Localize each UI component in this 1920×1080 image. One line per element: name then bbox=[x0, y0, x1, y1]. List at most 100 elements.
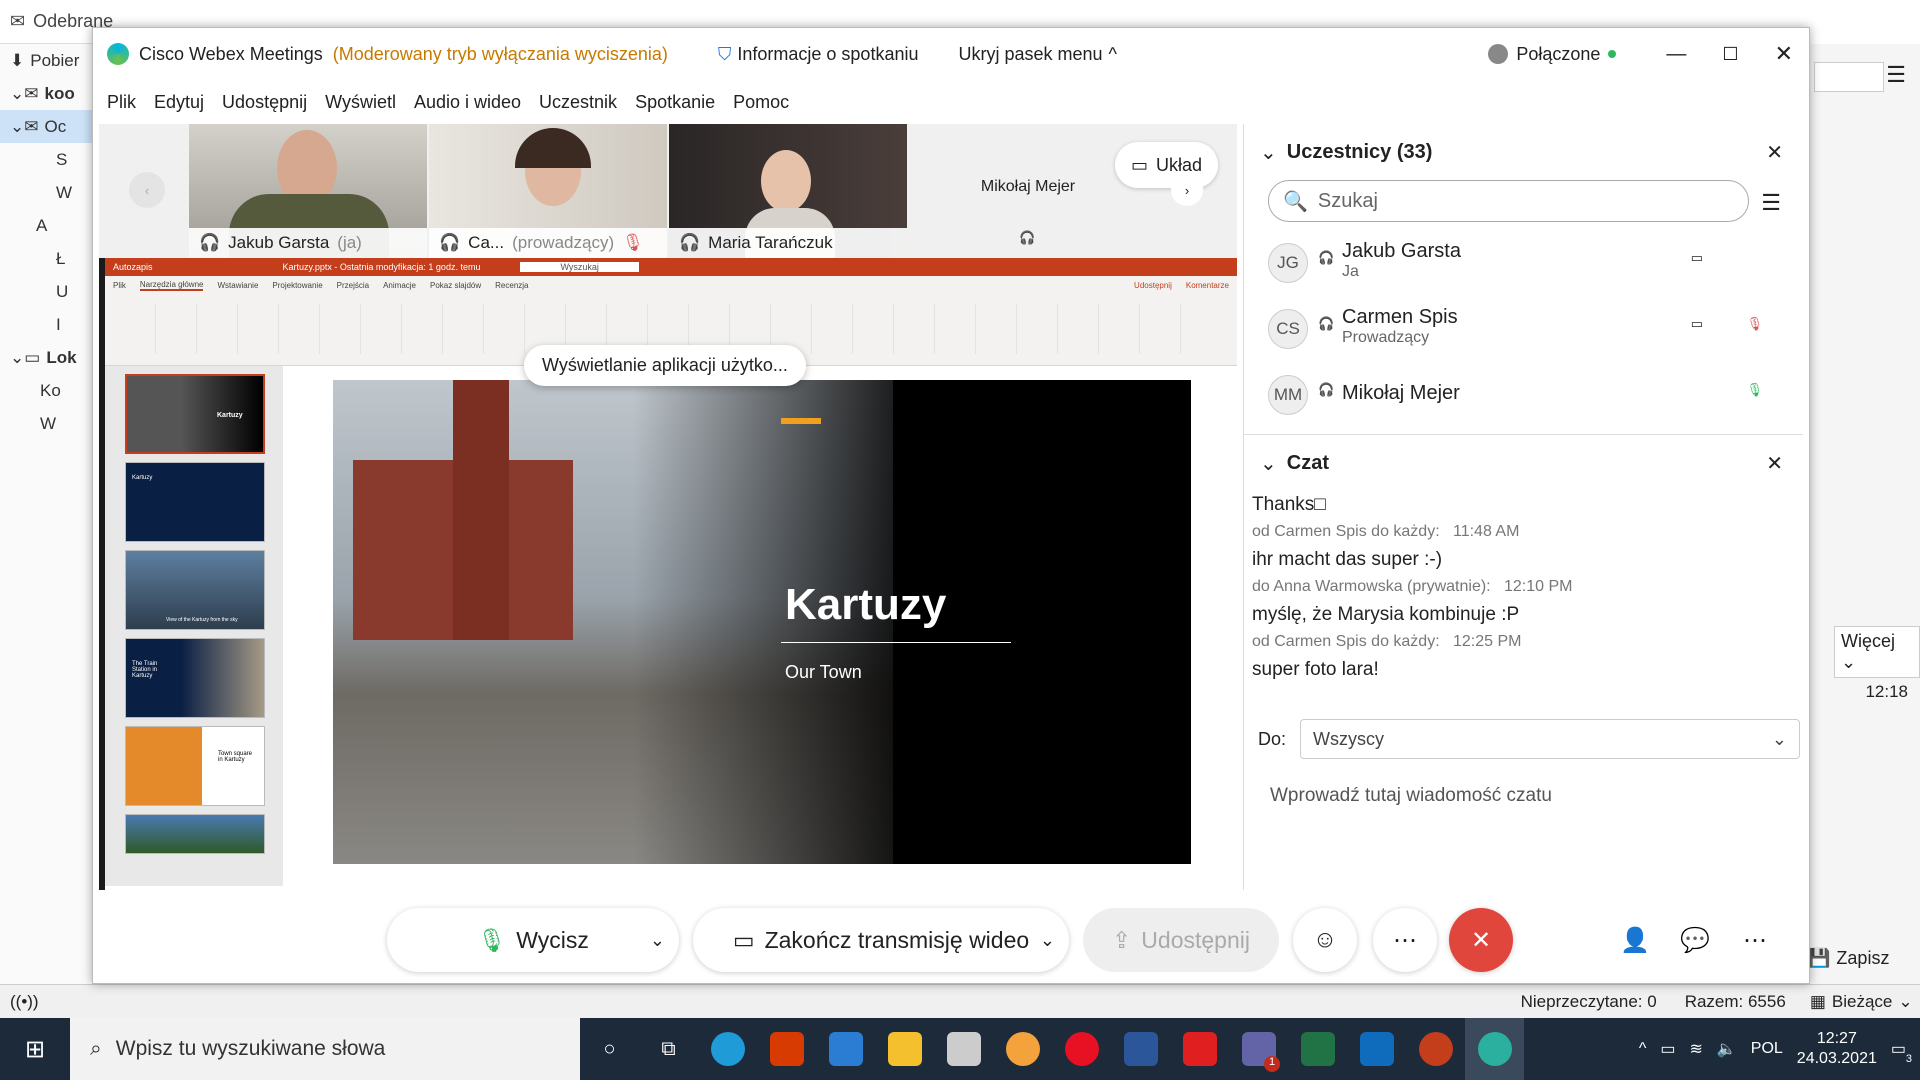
battery-icon[interactable]: ▭ bbox=[1660, 1039, 1675, 1059]
edge-icon[interactable] bbox=[698, 1018, 757, 1080]
taskbar-search[interactable]: ⌕ Wpisz tu wyszukiwane słowa bbox=[70, 1018, 580, 1080]
mute-button[interactable]: 🎙 Wycisz ⌄ bbox=[387, 908, 679, 972]
recipient-select[interactable]: Wszyscy ⌄ bbox=[1300, 719, 1801, 759]
hide-menu-button[interactable]: Ukryj pasek menu ^ bbox=[958, 44, 1117, 65]
wifi-icon[interactable]: ≋ bbox=[1689, 1039, 1702, 1059]
webex-icon[interactable] bbox=[1465, 1018, 1524, 1080]
folder-item[interactable]: W bbox=[0, 407, 99, 440]
file-explorer-icon[interactable] bbox=[875, 1018, 934, 1080]
folder-item[interactable]: ⌄✉ koo bbox=[0, 77, 99, 110]
video-thumbnail[interactable]: 🎧 Ca... (prowadzący) 🎙 bbox=[429, 124, 667, 258]
minimize-icon[interactable]: — bbox=[1666, 43, 1686, 66]
connection-status[interactable]: Połączone bbox=[1488, 44, 1617, 65]
maximize-icon[interactable]: ☐ bbox=[1722, 44, 1738, 65]
accent-bar bbox=[781, 418, 821, 424]
folder-item[interactable]: W bbox=[0, 176, 99, 209]
menu-file[interactable]: Plik bbox=[107, 92, 136, 113]
close-icon[interactable]: ✕ bbox=[1766, 451, 1783, 476]
language-indicator[interactable]: POL bbox=[1751, 1040, 1783, 1058]
menu-view[interactable]: Wyświetl bbox=[325, 92, 396, 113]
folder-item[interactable]: S bbox=[0, 143, 99, 176]
video-thumbnail[interactable]: 🎧 Jakub Garsta (ja) bbox=[189, 124, 427, 258]
participant-row[interactable]: CS 🎧 Carmen Spis Prowadzący ▭ 🎙 bbox=[1244, 296, 1803, 362]
menu-share[interactable]: Udostępnij bbox=[222, 92, 307, 113]
save-button[interactable]: 💾 Zapisz bbox=[1808, 948, 1889, 969]
close-icon[interactable]: ✕ bbox=[1775, 41, 1793, 67]
next-arrow-icon[interactable]: › bbox=[1171, 174, 1203, 206]
notifications-icon[interactable]: ▭ 3 bbox=[1891, 1039, 1912, 1065]
excel-icon[interactable] bbox=[1288, 1018, 1347, 1080]
chat-toggle-button[interactable]: 💬 bbox=[1663, 908, 1727, 972]
office-icon[interactable] bbox=[757, 1018, 816, 1080]
participant-row[interactable]: JG 🎧 Jakub Garsta Ja ▭ bbox=[1244, 230, 1803, 296]
folder-item[interactable]: ⌄✉ Oc bbox=[0, 110, 99, 143]
leave-meeting-button[interactable]: ✕ bbox=[1449, 908, 1513, 972]
close-icon[interactable]: ✕ bbox=[1766, 140, 1783, 165]
task-view-icon[interactable]: ⧉ bbox=[639, 1018, 698, 1080]
word-icon[interactable] bbox=[1111, 1018, 1170, 1080]
start-button[interactable]: ⊞ bbox=[0, 1018, 70, 1080]
cortana-icon[interactable]: ○ bbox=[580, 1018, 639, 1080]
menu-meeting[interactable]: Spotkanie bbox=[635, 92, 715, 113]
video-thumbnail[interactable]: 🎧 Maria Tarańczuk bbox=[669, 124, 907, 258]
participant-search-input[interactable]: 🔍 Szukaj bbox=[1268, 180, 1749, 222]
more-options-button[interactable]: ⋯ bbox=[1373, 908, 1437, 972]
mail-icon[interactable] bbox=[816, 1018, 875, 1080]
sharing-app-bubble: Wyświetlanie aplikacji użytko... bbox=[524, 345, 806, 386]
menu-icon[interactable]: ☰ bbox=[1886, 62, 1906, 88]
moderated-mode: (Moderowany tryb wyłączania wyciszenia) bbox=[332, 43, 668, 64]
slide-thumb[interactable] bbox=[125, 814, 265, 854]
status-total: Razem: 6556 bbox=[1684, 991, 1786, 1011]
layout-button[interactable]: ▭ Układ bbox=[1115, 142, 1219, 188]
slide-thumb[interactable]: Kartuzy bbox=[125, 462, 265, 542]
menu-audio-video[interactable]: Audio i wideo bbox=[414, 92, 521, 113]
chevron-up-icon[interactable]: ^ bbox=[1639, 1040, 1647, 1058]
ppt-titlebar: Autozapis Kartuzy.pptx - Ostatnia modyfi… bbox=[105, 258, 1237, 276]
video-icon: ▭ bbox=[732, 926, 755, 953]
menu-edit[interactable]: Edytuj bbox=[154, 92, 204, 113]
folder-item[interactable]: ⌄▭ Lok bbox=[0, 341, 99, 374]
chevron-down-icon[interactable]: ⌄ bbox=[1260, 451, 1277, 476]
video-thumbnail[interactable]: Mikołaj Mejer 🎧 bbox=[909, 124, 1147, 258]
clock[interactable]: 12:27 24.03.2021 bbox=[1797, 1029, 1877, 1069]
acrobat-icon[interactable] bbox=[1170, 1018, 1229, 1080]
more-button[interactable]: Więcej ⌄ bbox=[1834, 626, 1920, 678]
stop-video-button[interactable]: ▭ Zakończ transmisję wideo ⌄ bbox=[693, 908, 1069, 972]
slide-thumb[interactable]: View of the Kartuzy from the sky bbox=[125, 550, 265, 630]
main-slide: Kartuzy Our Town bbox=[333, 380, 1191, 864]
headset-icon: 🎧 bbox=[439, 233, 461, 252]
slide-thumb[interactable]: The Train Station in Kartuzy bbox=[125, 638, 265, 718]
folder-item[interactable]: ⬇ Pobier bbox=[0, 44, 99, 77]
menu-help[interactable]: Pomoc bbox=[733, 92, 789, 113]
participant-row[interactable]: MM 🎧 Mikołaj Mejer 🎙 bbox=[1244, 362, 1803, 428]
more-panels-button[interactable]: ⋯ bbox=[1723, 908, 1787, 972]
folder-item[interactable]: I bbox=[0, 308, 99, 341]
chevron-down-icon[interactable]: ⌄ bbox=[1260, 140, 1277, 165]
folder-item[interactable]: Ko bbox=[0, 374, 99, 407]
outlook-icon[interactable] bbox=[1347, 1018, 1406, 1080]
participants-toggle-button[interactable]: 👤 bbox=[1603, 908, 1667, 972]
meeting-info-button[interactable]: ⛉ Informacje o spotkaniu bbox=[718, 44, 919, 65]
weather-icon[interactable] bbox=[993, 1018, 1052, 1080]
volume-icon[interactable]: 🔈 bbox=[1717, 1039, 1737, 1059]
folder-item[interactable]: Ł bbox=[0, 242, 99, 275]
reactions-button[interactable]: ☺ bbox=[1293, 908, 1357, 972]
slide-thumb[interactable]: Kartuzy bbox=[125, 374, 265, 454]
store-icon[interactable] bbox=[934, 1018, 993, 1080]
slide-thumb[interactable]: Town square in Kartuzy bbox=[125, 726, 265, 806]
powerpoint-icon[interactable] bbox=[1406, 1018, 1465, 1080]
share-button[interactable]: ⇪ Udostępnij bbox=[1083, 908, 1279, 972]
system-tray: ^ ▭ ≋ 🔈 POL 12:27 24.03.2021 ▭ 3 bbox=[1639, 1029, 1920, 1069]
teams-icon[interactable]: 1 bbox=[1229, 1018, 1288, 1080]
status-current[interactable]: ▦ Bieżące ⌄ bbox=[1810, 992, 1913, 1012]
folder-item[interactable]: U bbox=[0, 275, 99, 308]
chat-input[interactable]: Wprowadź tutaj wiadomość czatu bbox=[1244, 759, 1803, 807]
opera-icon[interactable] bbox=[1052, 1018, 1111, 1080]
menu-participant[interactable]: Uczestnik bbox=[539, 92, 617, 113]
folder-item[interactable]: A bbox=[0, 209, 99, 242]
status-unread: Nieprzeczytane: 0 bbox=[1520, 991, 1657, 1011]
prev-arrow-icon[interactable]: ‹ bbox=[129, 172, 165, 208]
outlook-search-box[interactable] bbox=[1814, 62, 1884, 92]
sort-icon[interactable]: ☰ bbox=[1761, 190, 1781, 216]
outlook-folder-pane: ⬇ Pobier ⌄✉ koo ⌄✉ Oc S W A Ł U I ⌄▭ Lok Ko … bbox=[0, 44, 100, 984]
